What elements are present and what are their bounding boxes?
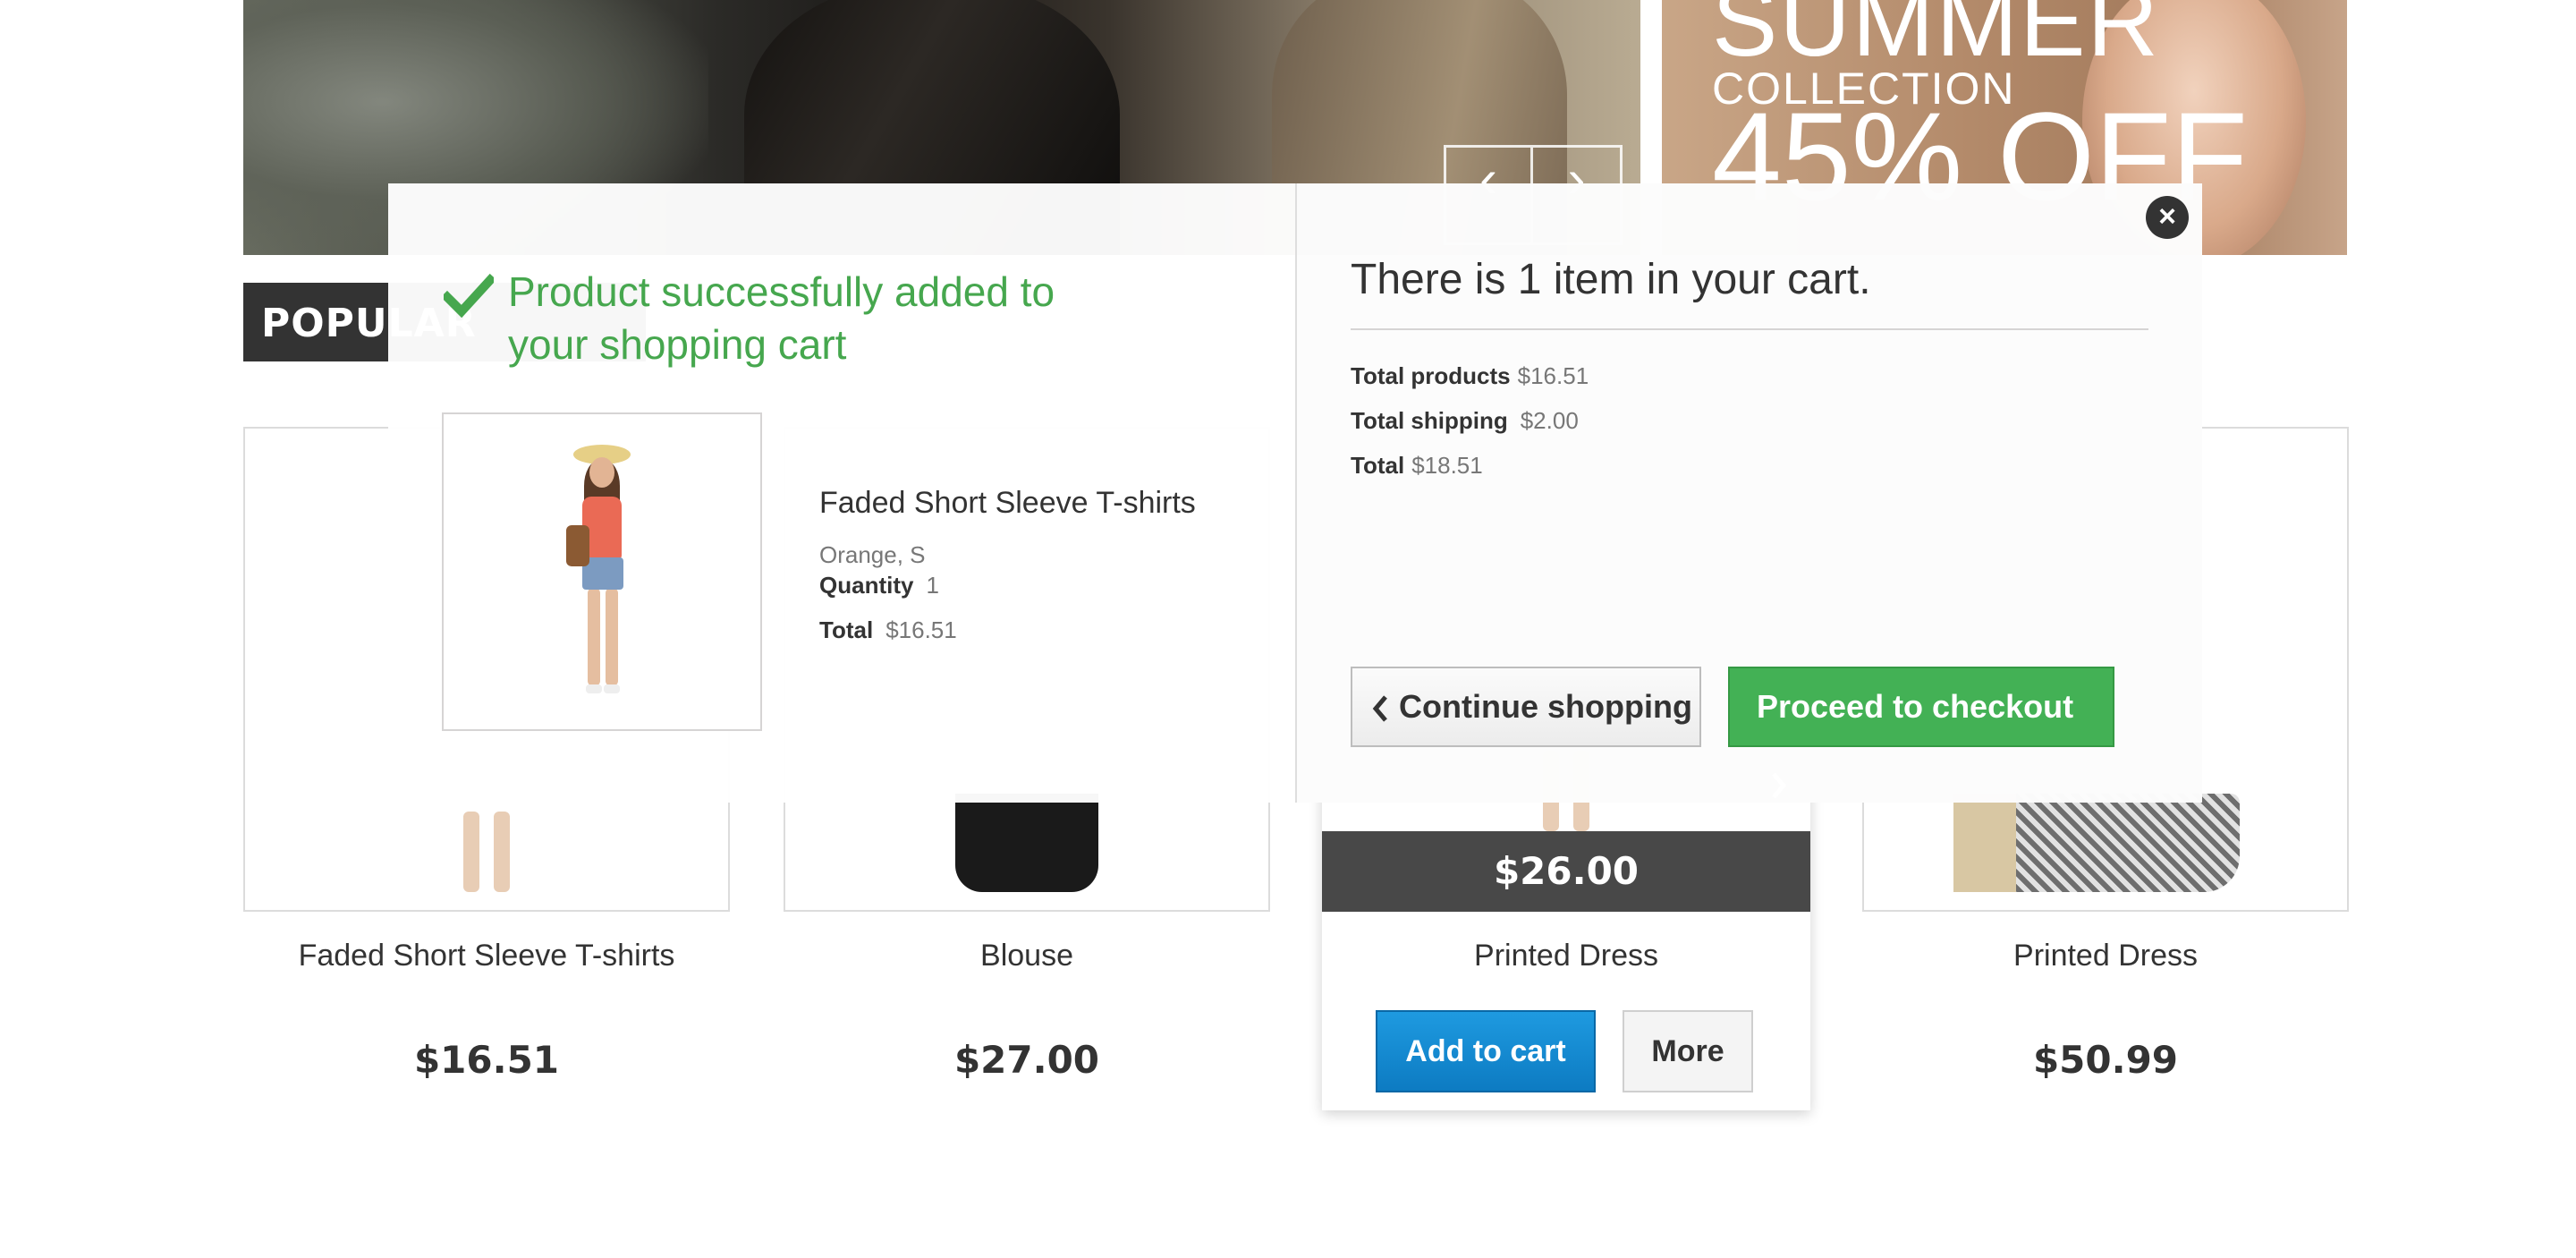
product-figure: [548, 445, 656, 713]
summary-label: Total: [1351, 452, 1405, 479]
cart-product-quantity: Quantity 1: [819, 572, 939, 599]
product-figure: [460, 812, 513, 892]
total-label: Total: [819, 616, 874, 643]
cart-product-total: Total $16.51: [819, 616, 957, 644]
proceed-to-checkout-button[interactable]: Proceed to checkout: [1728, 667, 2114, 800]
product-name[interactable]: Blouse: [784, 939, 1270, 973]
summary-label: Total products: [1351, 362, 1511, 389]
summary-value: $18.51: [1411, 452, 1483, 479]
chevron-left-icon: [1372, 695, 1387, 723]
product-price: $50.99: [2032, 1038, 2179, 1082]
cart-product-attributes: Orange, S: [819, 541, 926, 568]
summary-value: $16.51: [1517, 362, 1589, 389]
check-icon: [444, 273, 494, 318]
quantity-label: Quantity: [819, 572, 914, 599]
success-message: Product successfully added to your shopp…: [508, 268, 1055, 368]
cart-modal-summary-panel: There is 1 item in your cart. Total prod…: [1297, 183, 2202, 803]
success-message-row: Product successfully added to your shopp…: [444, 266, 1080, 371]
summary-total: Total $18.51: [1351, 452, 1483, 480]
continue-shopping-button[interactable]: Continue shopping: [1351, 667, 1701, 747]
summary-total-shipping: Total shipping $2.00: [1351, 407, 1579, 435]
cart-product-name: Faded Short Sleeve T-shirts: [819, 486, 1196, 520]
cart-modal: Product successfully added to your shopp…: [388, 183, 2202, 803]
product-figure-bag: [1953, 794, 2016, 892]
chevron-right-icon: [1772, 772, 1787, 800]
summary-label: Total shipping: [1351, 407, 1508, 434]
promo-title: SUMMER: [1712, 0, 2160, 77]
continue-shopping-label: Continue shopping: [1399, 688, 1692, 725]
product-figure: [955, 794, 1098, 892]
proceed-to-checkout-label: Proceed to checkout: [1757, 688, 2074, 725]
product-price: $16.51: [413, 1038, 560, 1082]
product-price: $27.00: [953, 1038, 1100, 1082]
product-name[interactable]: Faded Short Sleeve T-shirts: [243, 939, 730, 973]
quantity-value: 1: [926, 572, 939, 599]
close-icon[interactable]: ×: [2146, 196, 2189, 239]
summary-value: $2.00: [1520, 407, 1579, 434]
summary-total-products: Total products $16.51: [1351, 362, 1589, 390]
total-value: $16.51: [886, 616, 957, 643]
cart-product-image: [442, 412, 762, 731]
product-name[interactable]: Printed Dress: [1322, 939, 1810, 973]
more-button[interactable]: More: [1623, 1010, 1753, 1092]
cart-modal-product-panel: Product successfully added to your shopp…: [388, 183, 1295, 803]
add-to-cart-button[interactable]: Add to cart: [1376, 1010, 1596, 1092]
product-price: $26.00: [1322, 831, 1810, 912]
divider: [1351, 328, 2148, 330]
product-name[interactable]: Printed Dress: [1862, 939, 2349, 973]
cart-count-text: There is 1 item in your cart.: [1351, 256, 1871, 303]
